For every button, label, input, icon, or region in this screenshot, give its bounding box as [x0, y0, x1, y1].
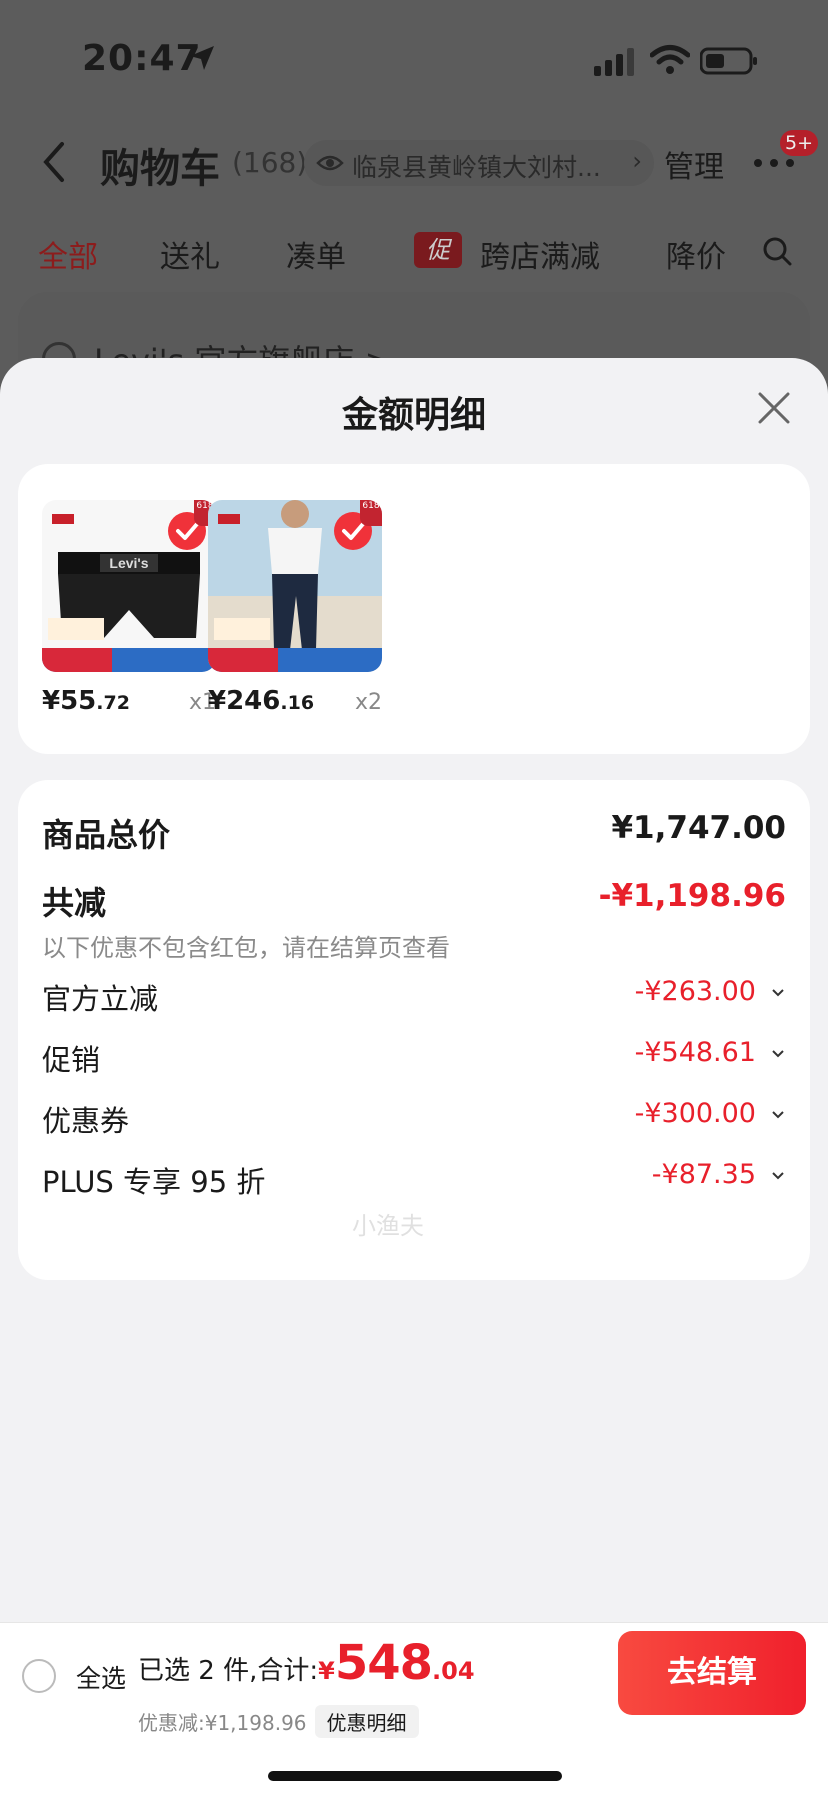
promo-tag: 促 [414, 232, 462, 268]
cart-count: (168) [232, 146, 308, 179]
total-row: 商品总价 ¥1,747.00 [42, 810, 786, 860]
breakdown-row[interactable]: 官方立减 -¥263.00 [42, 976, 786, 1020]
discount-label: 共减 [42, 884, 107, 922]
svg-text:Levi's: Levi's [109, 555, 148, 571]
discount-row: 共减 -¥1,198.96 以下优惠不包含红包，请在结算页查看 [42, 878, 786, 968]
breakdown-label: 优惠券 [42, 1104, 130, 1138]
breakdown-label: PLUS 专享 95 折 [42, 1165, 266, 1199]
location-arrow-icon [190, 46, 214, 70]
tab-cross-store[interactable]: 跨店满减 [480, 232, 600, 276]
chevron-down-icon[interactable] [770, 1167, 786, 1183]
tab-bundle[interactable]: 凑单 [286, 232, 346, 276]
status-time: 20:47 [82, 38, 202, 79]
select-all-radio[interactable] [22, 1659, 56, 1693]
breakdown-row[interactable]: PLUS 专享 95 折 -¥87.35 [42, 1159, 786, 1203]
eye-icon [316, 155, 344, 171]
notification-badge: 5+ [780, 130, 819, 156]
checkout-button[interactable]: 去结算 [618, 1631, 806, 1715]
breakdown-value: -¥548.61 [634, 1037, 756, 1068]
back-icon[interactable] [40, 140, 68, 184]
618-badge: 618 [360, 500, 382, 526]
breakdown-label: 促销 [42, 1043, 101, 1077]
address-selector[interactable]: 临泉县黄岭镇大刘村... › [304, 140, 654, 186]
breakdown-value: -¥300.00 [634, 1098, 756, 1129]
close-icon[interactable] [756, 390, 792, 426]
home-indicator [268, 1771, 562, 1781]
breakdown-value: -¥87.35 [651, 1159, 756, 1190]
chevron-down-icon[interactable] [770, 1106, 786, 1122]
tab-gift[interactable]: 送礼 [160, 232, 220, 276]
order-total: 已选 2 件,合计:¥548.04 [138, 1635, 475, 1691]
product-price: ¥246.16 [208, 686, 315, 716]
breakdown-row[interactable]: 优惠券 -¥300.00 [42, 1098, 786, 1142]
watermark: 小渔夫 [352, 1212, 424, 1240]
amount-detail-sheet: 金额明细 Levi's 618 ¥55.72 x1 618 ¥246.16 x2… [0, 358, 828, 1796]
discount-value: -¥1,198.96 [598, 878, 786, 914]
chevron-down-icon[interactable] [770, 1045, 786, 1061]
nav-bar: 购物车 (168) 临泉县黄岭镇大刘村... › 管理 5+ [0, 120, 828, 200]
breakdown-row[interactable]: 促销 -¥548.61 [42, 1037, 786, 1081]
checkout-bar: 全选 已选 2 件,合计:¥548.04 优惠减:¥1,198.96 优惠明细 去… [0, 1622, 828, 1796]
breakdown-label: 官方立减 [42, 982, 159, 1016]
discount-detail-button[interactable]: 优惠明细 [314, 1705, 419, 1738]
selected-goods-card: Levi's 618 ¥55.72 x1 618 ¥246.16 x2 [18, 464, 810, 754]
search-icon[interactable] [762, 236, 792, 266]
discount-note: 以下优惠不包含红包，请在结算页查看 [42, 934, 450, 962]
page-title: 购物车 [100, 146, 220, 192]
battery-icon [700, 47, 757, 75]
wifi-icon [650, 45, 690, 74]
product-quantity: x2 [354, 690, 382, 715]
tab-all[interactable]: 全部 [38, 232, 98, 276]
chevron-down-icon[interactable] [770, 984, 786, 1000]
price-breakdown-card: 商品总价 ¥1,747.00 共减 -¥1,198.96 以下优惠不包含红包，请… [18, 780, 810, 1280]
sheet-title: 金额明细 [341, 395, 486, 436]
discount-summary-text: 优惠减:¥1,198.96 [138, 1711, 307, 1735]
total-value: ¥1,747.00 [611, 810, 786, 846]
signal-icon [594, 48, 634, 76]
address-chevron-icon: › [632, 147, 642, 175]
address-text: 临泉县黄岭镇大刘村... [352, 153, 601, 182]
tab-price-drop[interactable]: 降价 [666, 232, 730, 276]
total-label: 商品总价 [42, 816, 171, 854]
breakdown-value: -¥263.00 [634, 976, 756, 1007]
manage-button[interactable]: 管理 [664, 142, 724, 186]
discount-summary: 优惠减:¥1,198.96 优惠明细 [138, 1705, 419, 1738]
more-icon[interactable] [752, 156, 796, 170]
background-page: 20:47 购物车 (168) 临泉县黄岭镇大刘村... › 管理 5+ 全部 … [0, 0, 828, 432]
product-price: ¥55.72 [42, 686, 130, 716]
select-all-label[interactable]: 全选 [76, 1659, 126, 1695]
status-bar: 20:47 [0, 0, 828, 120]
filter-tabs: 全部 送礼 凑单 促 跨店满减 降价 [0, 220, 828, 280]
